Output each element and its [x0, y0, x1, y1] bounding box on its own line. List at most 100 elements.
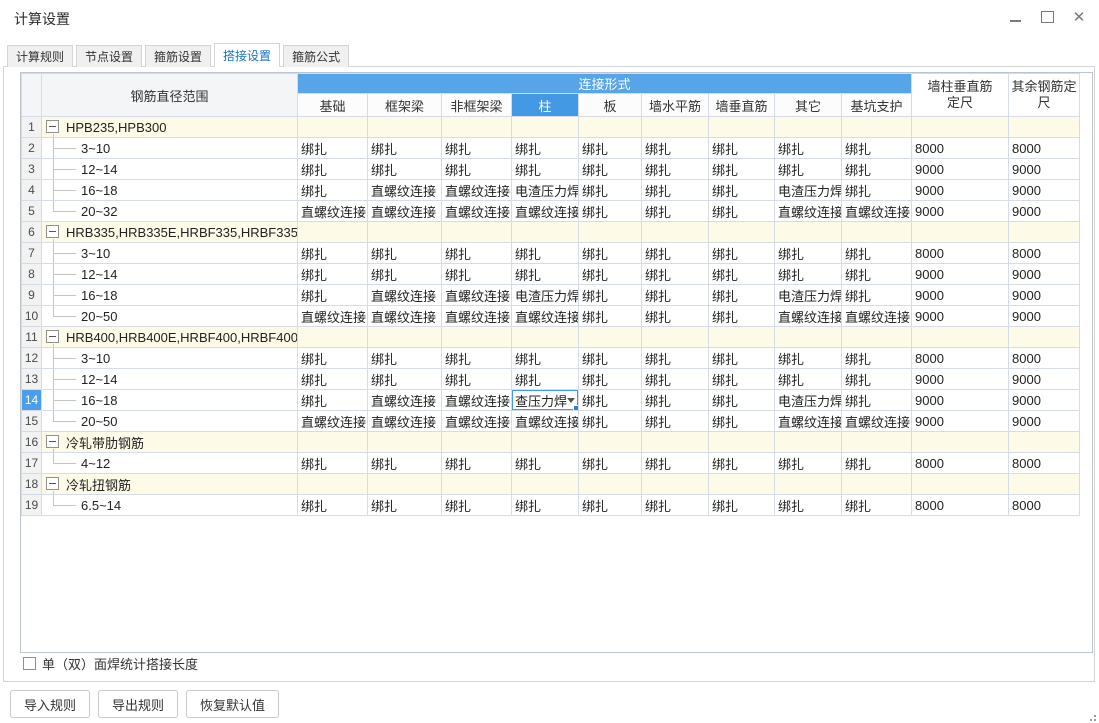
cell-non-frame-beam[interactable]: 绑扎	[441, 452, 512, 474]
cell-slab[interactable]: 绑扎	[578, 305, 642, 327]
cell-wall-column-fixed-length[interactable]	[911, 116, 1009, 138]
cell-non-frame-beam[interactable]: 直螺纹连接	[441, 284, 512, 306]
cell-foundation[interactable]: 直螺纹连接	[297, 410, 368, 432]
cell-wall-column-fixed-length[interactable]: 9000	[911, 305, 1009, 327]
cell-slab[interactable]	[578, 116, 642, 138]
cell-pit-support[interactable]: 绑扎	[841, 137, 912, 159]
cell-other-rebar-fixed-length[interactable]: 8000	[1008, 494, 1080, 516]
cell-wall-vertical-rebar[interactable]: 绑扎	[708, 137, 775, 159]
cell-foundation[interactable]: 绑扎	[297, 368, 368, 390]
cell-wall-horizontal-rebar[interactable]	[641, 116, 709, 138]
cell-pit-support[interactable]: 绑扎	[841, 347, 912, 369]
cell-foundation[interactable]: 绑扎	[297, 494, 368, 516]
cell-other[interactable]	[774, 431, 842, 453]
cell-other-rebar-fixed-length[interactable]: 8000	[1008, 242, 1080, 264]
cell-other[interactable]	[774, 116, 842, 138]
diameter-range-cell[interactable]: 20~50	[41, 410, 298, 432]
cell-wall-vertical-rebar[interactable]	[708, 116, 775, 138]
collapse-icon[interactable]	[46, 225, 59, 238]
row-number[interactable]: 16	[21, 431, 42, 453]
cell-non-frame-beam[interactable]	[441, 326, 512, 348]
cell-wall-vertical-rebar[interactable]: 绑扎	[708, 242, 775, 264]
cell-other[interactable]: 绑扎	[774, 158, 842, 180]
cell-column[interactable]: 绑扎	[511, 137, 579, 159]
cell-wall-column-fixed-length[interactable]	[911, 326, 1009, 348]
cell-slab[interactable]	[578, 431, 642, 453]
cell-wall-column-fixed-length[interactable]: 8000	[911, 452, 1009, 474]
cell-other-rebar-fixed-length[interactable]	[1008, 326, 1080, 348]
diameter-range-cell[interactable]: 16~18	[41, 179, 298, 201]
cell-wall-horizontal-rebar[interactable]: 绑扎	[641, 305, 709, 327]
cell-other-rebar-fixed-length[interactable]: 8000	[1008, 347, 1080, 369]
cell-non-frame-beam[interactable]: 绑扎	[441, 137, 512, 159]
diameter-range-cell[interactable]: 16~18	[41, 284, 298, 306]
cell-wall-horizontal-rebar[interactable]: 绑扎	[641, 410, 709, 432]
cell-column[interactable]: 查压力焊	[511, 389, 579, 411]
cell-foundation[interactable]	[297, 116, 368, 138]
cell-pit-support[interactable]	[841, 116, 912, 138]
cell-other[interactable]: 电渣压力焊	[774, 389, 842, 411]
cell-frame-beam[interactable]: 绑扎	[367, 137, 442, 159]
diameter-range-cell[interactable]: 3~10	[41, 137, 298, 159]
column-header-wall-column-fixed-length[interactable]: 墙柱垂直筋 定尺	[911, 73, 1009, 117]
group-row-label-cell[interactable]: 冷轧扭钢筋	[41, 473, 298, 495]
maximize-button[interactable]	[1037, 7, 1057, 27]
cell-wall-column-fixed-length[interactable]: 9000	[911, 284, 1009, 306]
cell-other-rebar-fixed-length[interactable]	[1008, 473, 1080, 495]
tab-calculation-rules[interactable]: 计算规则	[7, 45, 74, 67]
cell-column[interactable]	[511, 326, 579, 348]
cell-other-rebar-fixed-length[interactable]: 9000	[1008, 284, 1080, 306]
cell-pit-support[interactable]: 绑扎	[841, 242, 912, 264]
column-header-wall-vertical-rebar[interactable]: 墙垂直筋	[708, 93, 775, 117]
cell-frame-beam[interactable]: 绑扎	[367, 347, 442, 369]
collapse-icon[interactable]	[46, 330, 59, 343]
column-header-foundation[interactable]: 基础	[297, 93, 368, 117]
cell-frame-beam[interactable]	[367, 221, 442, 243]
cell-column[interactable]: 直螺纹连接	[511, 305, 579, 327]
cell-other-rebar-fixed-length[interactable]: 9000	[1008, 389, 1080, 411]
tab-node-settings[interactable]: 节点设置	[76, 45, 143, 67]
cell-slab[interactable]: 绑扎	[578, 368, 642, 390]
cell-slab[interactable]	[578, 221, 642, 243]
cell-foundation[interactable]: 绑扎	[297, 158, 368, 180]
cell-frame-beam[interactable]: 直螺纹连接	[367, 179, 442, 201]
cell-frame-beam[interactable]: 直螺纹连接	[367, 389, 442, 411]
cell-slab[interactable]: 绑扎	[578, 179, 642, 201]
row-number[interactable]: 19	[21, 494, 42, 516]
tab-lap-settings[interactable]: 搭接设置	[214, 43, 281, 67]
cell-frame-beam[interactable]	[367, 116, 442, 138]
cell-column[interactable]	[511, 431, 579, 453]
cell-wall-column-fixed-length[interactable]: 9000	[911, 200, 1009, 222]
cell-wall-horizontal-rebar[interactable]: 绑扎	[641, 200, 709, 222]
cell-wall-horizontal-rebar[interactable]: 绑扎	[641, 452, 709, 474]
row-number[interactable]: 11	[21, 326, 42, 348]
cell-pit-support[interactable]: 绑扎	[841, 284, 912, 306]
cell-frame-beam[interactable]: 绑扎	[367, 368, 442, 390]
collapse-icon[interactable]	[46, 120, 59, 133]
column-header-frame-beam[interactable]: 框架梁	[367, 93, 442, 117]
cell-pit-support[interactable]: 绑扎	[841, 452, 912, 474]
cell-slab[interactable]: 绑扎	[578, 137, 642, 159]
cell-other-rebar-fixed-length[interactable]: 9000	[1008, 179, 1080, 201]
cell-wall-horizontal-rebar[interactable]: 绑扎	[641, 137, 709, 159]
cell-column[interactable]: 绑扎	[511, 242, 579, 264]
cell-wall-horizontal-rebar[interactable]	[641, 326, 709, 348]
cell-wall-column-fixed-length[interactable]: 9000	[911, 410, 1009, 432]
cell-slab[interactable]: 绑扎	[578, 263, 642, 285]
cell-column[interactable]: 绑扎	[511, 263, 579, 285]
cell-wall-vertical-rebar[interactable]: 绑扎	[708, 200, 775, 222]
minimize-button[interactable]	[1005, 7, 1025, 27]
cell-pit-support[interactable]: 直螺纹连接	[841, 200, 912, 222]
cell-slab[interactable]: 绑扎	[578, 410, 642, 432]
cell-wall-column-fixed-length[interactable]: 9000	[911, 179, 1009, 201]
group-row-label-cell[interactable]: HRB335,HRB335E,HRBF335,HRBF335E	[41, 221, 298, 243]
cell-wall-vertical-rebar[interactable]: 绑扎	[708, 284, 775, 306]
cell-wall-column-fixed-length[interactable]: 8000	[911, 137, 1009, 159]
cell-other[interactable]: 电渣压力焊	[774, 284, 842, 306]
cell-other-rebar-fixed-length[interactable]: 9000	[1008, 158, 1080, 180]
cell-pit-support[interactable]: 绑扎	[841, 263, 912, 285]
cell-wall-column-fixed-length[interactable]	[911, 431, 1009, 453]
cell-other[interactable]: 绑扎	[774, 452, 842, 474]
cell-slab[interactable]: 绑扎	[578, 494, 642, 516]
cell-wall-horizontal-rebar[interactable]: 绑扎	[641, 263, 709, 285]
